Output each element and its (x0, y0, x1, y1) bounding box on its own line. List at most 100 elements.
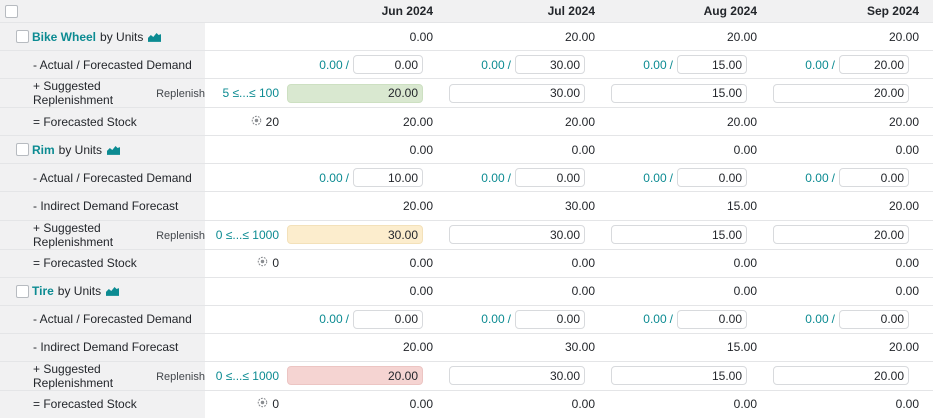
graph-icon[interactable] (106, 286, 119, 296)
replenishment-input[interactable] (287, 84, 423, 103)
actual-demand-link[interactable]: 0.00 (319, 171, 342, 185)
actual-demand-link[interactable]: 0.00 (805, 58, 828, 72)
indirect-demand-cell: 20.00 (771, 334, 933, 361)
replenishment-input[interactable] (287, 366, 423, 385)
stock-label-cell: = Forecasted Stock (0, 391, 205, 418)
forecast-demand-input[interactable] (353, 168, 423, 187)
demand-separator: / (508, 58, 511, 72)
replenishment-input[interactable] (449, 84, 585, 103)
indirect-demand-row: - Indirect Demand Forecast20.0030.0015.0… (0, 191, 933, 219)
product-checkbox[interactable] (16, 143, 29, 156)
forecast-demand-input[interactable] (677, 310, 747, 329)
replenishment-cell (609, 362, 771, 390)
stock-target-badge: 0 (257, 397, 279, 411)
demand-cell: 0.00/ (771, 164, 933, 191)
stock-target-value: 20 (266, 115, 279, 129)
forecasted-stock-cell: 20.00 (447, 108, 609, 135)
minmax-range-cell: 5 ≤...≤ 100 (205, 79, 285, 107)
stock-row-label: = Forecasted Stock (0, 115, 137, 129)
actual-demand-link[interactable]: 0.00 (481, 171, 504, 185)
demand-separator: / (670, 58, 673, 72)
replenishment-input[interactable] (611, 84, 747, 103)
forecasted-stock-cell: 0.00 (447, 391, 609, 418)
forecasted-stock-row: = Forecasted Stock00.000.000.000.00 (0, 390, 933, 418)
product-total-cell: 0.00 (285, 23, 447, 50)
indirect-demand-value: 15.00 (727, 199, 757, 213)
actual-demand-link[interactable]: 0.00 (481, 58, 504, 72)
indirect-demand-value: 20.00 (889, 340, 919, 354)
demand-cell: 0.00/ (285, 306, 447, 333)
demand-separator: / (832, 312, 835, 326)
graph-icon[interactable] (107, 145, 120, 155)
indirect-demand-cell: 20.00 (771, 192, 933, 219)
product-name-link[interactable]: Tire (32, 284, 54, 298)
forecasted-stock-cell: 20.00 (771, 108, 933, 135)
forecast-demand-input[interactable] (515, 55, 585, 74)
indirect-demand-cell: 15.00 (609, 192, 771, 219)
forecast-demand-input[interactable] (515, 310, 585, 329)
forecast-demand-input[interactable] (353, 310, 423, 329)
replenishment-input[interactable] (287, 225, 423, 244)
forecasted-stock-row: = Forecasted Stock00.000.000.000.00 (0, 249, 933, 277)
replenishment-input[interactable] (449, 225, 585, 244)
demand-separator: / (508, 312, 511, 326)
replenishment-input[interactable] (773, 225, 909, 244)
replenishment-input[interactable] (449, 366, 585, 385)
column-header-jun: Jun 2024 (285, 0, 447, 22)
actual-demand-link[interactable]: 0.00 (643, 58, 666, 72)
forecast-demand-input[interactable] (677, 55, 747, 74)
replenish-button[interactable]: Replenish (156, 88, 205, 100)
graph-icon[interactable] (148, 32, 161, 42)
forecasted-stock-cell: 0.00 (609, 250, 771, 277)
product-name-link[interactable]: Bike Wheel (32, 30, 96, 44)
replenish-button[interactable]: Replenish (156, 371, 205, 383)
product-total-cell: 0.00 (771, 278, 933, 305)
replenishment-input[interactable] (773, 366, 909, 385)
product-name-link[interactable]: Rim (32, 143, 55, 157)
product-total-cell: 0.00 (285, 136, 447, 163)
product-total-value: 0.00 (734, 143, 757, 157)
minmax-range-link[interactable]: 0 ≤...≤ 1000 (216, 228, 279, 242)
indirect-demand-value: 20.00 (403, 340, 433, 354)
select-all-checkbox[interactable] (5, 5, 18, 18)
demand-row-label: - Actual / Forecasted Demand (0, 171, 192, 185)
actual-demand-link[interactable]: 0.00 (481, 312, 504, 326)
minmax-range-link[interactable]: 0 ≤...≤ 1000 (216, 369, 279, 383)
actual-demand-link[interactable]: 0.00 (319, 312, 342, 326)
schedule-body: Bike Wheelby Units0.0020.0020.0020.00- A… (0, 22, 933, 418)
demand-separator: / (346, 58, 349, 72)
actual-demand-link[interactable]: 0.00 (643, 171, 666, 185)
product-total-cell: 0.00 (771, 136, 933, 163)
stock-target-badge: 0 (257, 256, 279, 270)
forecasted-stock-value: 0.00 (896, 256, 919, 270)
forecast-demand-input[interactable] (515, 168, 585, 187)
forecasted-stock-value: 0.00 (410, 397, 433, 411)
replenishment-input[interactable] (773, 84, 909, 103)
product-total-cell: 20.00 (609, 23, 771, 50)
mps-schedule-grid: Jun 2024 Jul 2024 Aug 2024 Sep 2024 Bike… (0, 0, 933, 418)
forecasted-stock-cell: 0.00 (771, 391, 933, 418)
product-checkbox[interactable] (16, 285, 29, 298)
actual-demand-link[interactable]: 0.00 (643, 312, 666, 326)
replenishment-cell (771, 79, 933, 107)
minmax-cell (205, 278, 285, 305)
actual-demand-link[interactable]: 0.00 (319, 58, 342, 72)
replenishment-cell (609, 79, 771, 107)
product-label-cell: Tireby Units (0, 278, 205, 305)
replenishment-input[interactable] (611, 225, 747, 244)
forecast-demand-input[interactable] (839, 55, 909, 74)
forecast-demand-input[interactable] (677, 168, 747, 187)
actual-demand-link[interactable]: 0.00 (805, 312, 828, 326)
replenish-button[interactable]: Replenish (156, 230, 205, 242)
demand-row: - Actual / Forecasted Demand0.00/0.00/0.… (0, 305, 933, 333)
minmax-range-link[interactable]: 5 ≤...≤ 100 (222, 86, 279, 100)
replenishment-input[interactable] (611, 366, 747, 385)
forecast-demand-input[interactable] (839, 310, 909, 329)
product-checkbox[interactable] (16, 30, 29, 43)
replenishment-cell (609, 221, 771, 249)
indirect-demand-cell: 20.00 (285, 192, 447, 219)
replenishment-row-label: + Suggested Replenishment (0, 221, 149, 249)
forecast-demand-input[interactable] (353, 55, 423, 74)
forecast-demand-input[interactable] (839, 168, 909, 187)
actual-demand-link[interactable]: 0.00 (805, 171, 828, 185)
